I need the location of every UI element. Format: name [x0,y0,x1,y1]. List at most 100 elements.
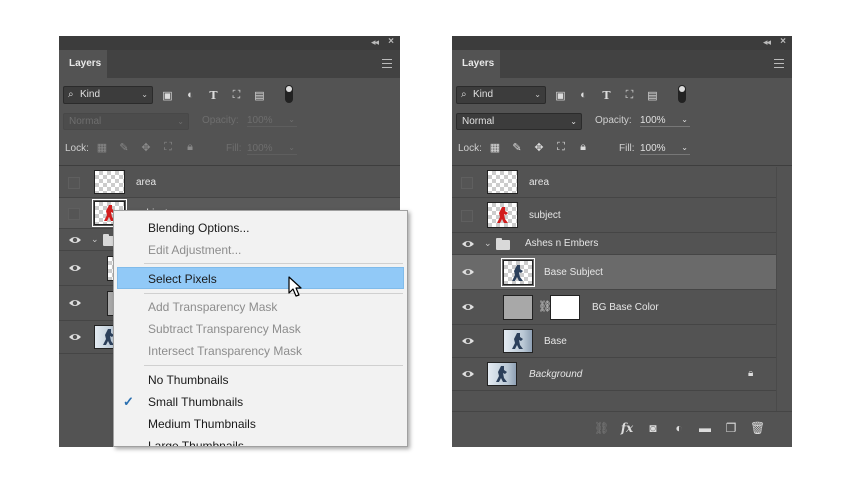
lock-icons: ▦ ✎ ✥ ⛶ 🔒︎ [95,141,197,154]
blend-mode-value: Normal [462,116,495,127]
menu-item-intersect-transparency-mask[interactable]: Intersect Transparency Mask [114,340,407,362]
layers-scrollbar[interactable] [776,167,792,411]
blend-mode-select[interactable]: Normal ⌄ [63,113,189,130]
trash-icon[interactable]: 🗑︎ [750,421,765,435]
menu-item-select-pixels[interactable]: Select Pixels [117,267,404,289]
lock-paint-icon[interactable]: ✎ [117,141,131,154]
smart-object-filter-icon[interactable]: ▤ [253,89,266,102]
pixel-filter-icon[interactable]: ▣ [554,89,567,102]
new-layer-icon[interactable]: ❐ [724,421,738,435]
eye-icon[interactable] [461,302,475,312]
blend-row: Normal ⌄ Opacity: 100% ⌄ [452,112,792,132]
visibility-toggle[interactable] [68,208,80,220]
link-layers-icon[interactable]: ⛓ [594,421,609,435]
menu-item-edit-adjustment[interactable]: Edit Adjustment... [114,239,407,261]
lock-artboard-icon[interactable]: ⛶ [161,141,175,154]
layer-row[interactable]: area [59,167,400,198]
close-icon[interactable]: × [388,36,394,47]
lock-position-icon[interactable]: ✥ [532,141,546,154]
layer-row[interactable]: Base Subject [452,255,776,290]
eye-icon[interactable] [461,239,475,249]
layer-row[interactable]: subject [452,198,776,233]
checkmark-icon: ✓ [123,394,134,409]
filter-row: ⌕ Kind ⌄ ▣ ◐ T ⛶ ▤ [452,84,792,106]
adjustment-filter-icon[interactable]: ◐ [577,89,590,102]
lock-row: Lock: ▦ ✎ ✥ ⛶ 🔒︎ Fill: 100% ⌄ [452,139,792,159]
collapse-icon[interactable]: ◂◂ [763,37,771,48]
layer-row[interactable]: Background 🔒︎ [452,358,776,391]
kind-filter-select[interactable]: ⌕ Kind ⌄ [456,86,546,104]
menu-item-subtract-transparency-mask[interactable]: Subtract Transparency Mask [114,318,407,340]
eye-icon[interactable] [68,235,82,245]
eye-icon[interactable] [461,369,475,379]
adjustment-filter-icon[interactable]: ◐ [184,89,197,102]
menu-item-add-transparency-mask[interactable]: Add Transparency Mask [114,296,407,318]
menu-item-large-thumbnails[interactable]: Large Thumbnails [114,435,407,446]
blend-mode-value: Normal [69,116,102,127]
layer-name: Background [529,369,583,380]
subject-figure-icon [496,207,508,223]
kind-filter-select[interactable]: ⌕ Kind ⌄ [63,86,153,104]
blend-mode-select[interactable]: Normal ⌄ [456,113,582,130]
menu-item-medium-thumbnails[interactable]: Medium Thumbnails [114,413,407,435]
fx-icon[interactable]: fx [620,421,634,435]
lock-all-icon[interactable]: 🔒︎ [576,141,590,154]
layer-row[interactable]: Base [452,325,776,358]
chevron-down-icon: ⌄ [681,115,688,124]
visibility-toggle[interactable] [461,210,473,222]
menu-item-small-thumbnails[interactable]: ✓ Small Thumbnails [114,391,407,413]
layer-row[interactable]: area [452,167,776,198]
layer-row[interactable]: ⌄ Ashes n Embers [452,233,776,255]
lock-paint-icon[interactable]: ✎ [510,141,524,154]
fill-field[interactable]: 100% ⌄ [247,143,297,155]
filter-toggle[interactable] [285,85,293,103]
new-group-icon[interactable]: ▬ [698,421,712,435]
layer-name: Ashes n Embers [525,238,599,249]
add-mask-icon[interactable]: ◙ [646,421,660,435]
visibility-toggle[interactable] [68,177,80,189]
layer-thumbnail [487,202,518,228]
eye-icon[interactable] [68,263,82,273]
collapse-icon[interactable]: ◂◂ [371,37,379,48]
chevron-down-icon[interactable]: ⌄ [91,234,99,245]
lock-icons: ▦ ✎ ✥ ⛶ 🔒︎ [488,141,590,154]
opacity-field[interactable]: 100% ⌄ [640,115,690,127]
chevron-down-icon: ⌄ [288,143,295,152]
chevron-down-icon[interactable]: ⌄ [484,238,492,249]
visibility-toggle[interactable] [461,177,473,189]
type-filter-icon[interactable]: T [600,89,613,102]
pixel-filter-icon[interactable]: ▣ [161,89,174,102]
lock-position-icon[interactable]: ✥ [139,141,153,154]
layer-row[interactable]: ⛓ BG Base Color [452,290,776,325]
lock-artboard-icon[interactable]: ⛶ [554,141,568,154]
panel-menu-icon[interactable] [774,59,784,68]
opacity-field[interactable]: 100% ⌄ [247,115,297,127]
layer-name: area [529,177,550,188]
type-filter-icon[interactable]: T [207,89,220,102]
chevron-down-icon: ⌄ [681,143,688,152]
menu-item-no-thumbnails[interactable]: No Thumbnails [114,369,407,391]
smart-object-filter-icon[interactable]: ▤ [646,89,659,102]
panel-titlebar: ◂◂ × [59,36,400,50]
lock-transparent-icon[interactable]: ▦ [95,141,109,154]
eye-icon[interactable] [461,336,475,346]
lock-transparent-icon[interactable]: ▦ [488,141,502,154]
tab-layers[interactable]: Layers [452,50,500,78]
lock-all-icon[interactable]: 🔒︎ [183,141,197,154]
shape-filter-icon[interactable]: ⛶ [230,89,243,102]
layer-name: Base [544,336,567,347]
fill-label: Fill: [226,143,242,154]
shape-filter-icon[interactable]: ⛶ [623,89,636,102]
panel-menu-icon[interactable] [382,59,392,68]
new-adjustment-icon[interactable]: ◐ [672,421,686,435]
chevron-down-icon: ⌄ [570,117,577,126]
search-icon: ⌕ [461,89,467,100]
tab-layers[interactable]: Layers [59,50,107,78]
eye-icon[interactable] [68,298,82,308]
menu-item-blending-options[interactable]: Blending Options... [114,217,407,239]
close-icon[interactable]: × [780,36,786,47]
eye-icon[interactable] [68,332,82,342]
fill-field[interactable]: 100% ⌄ [640,143,690,155]
filter-toggle[interactable] [678,85,686,103]
eye-icon[interactable] [461,267,475,277]
